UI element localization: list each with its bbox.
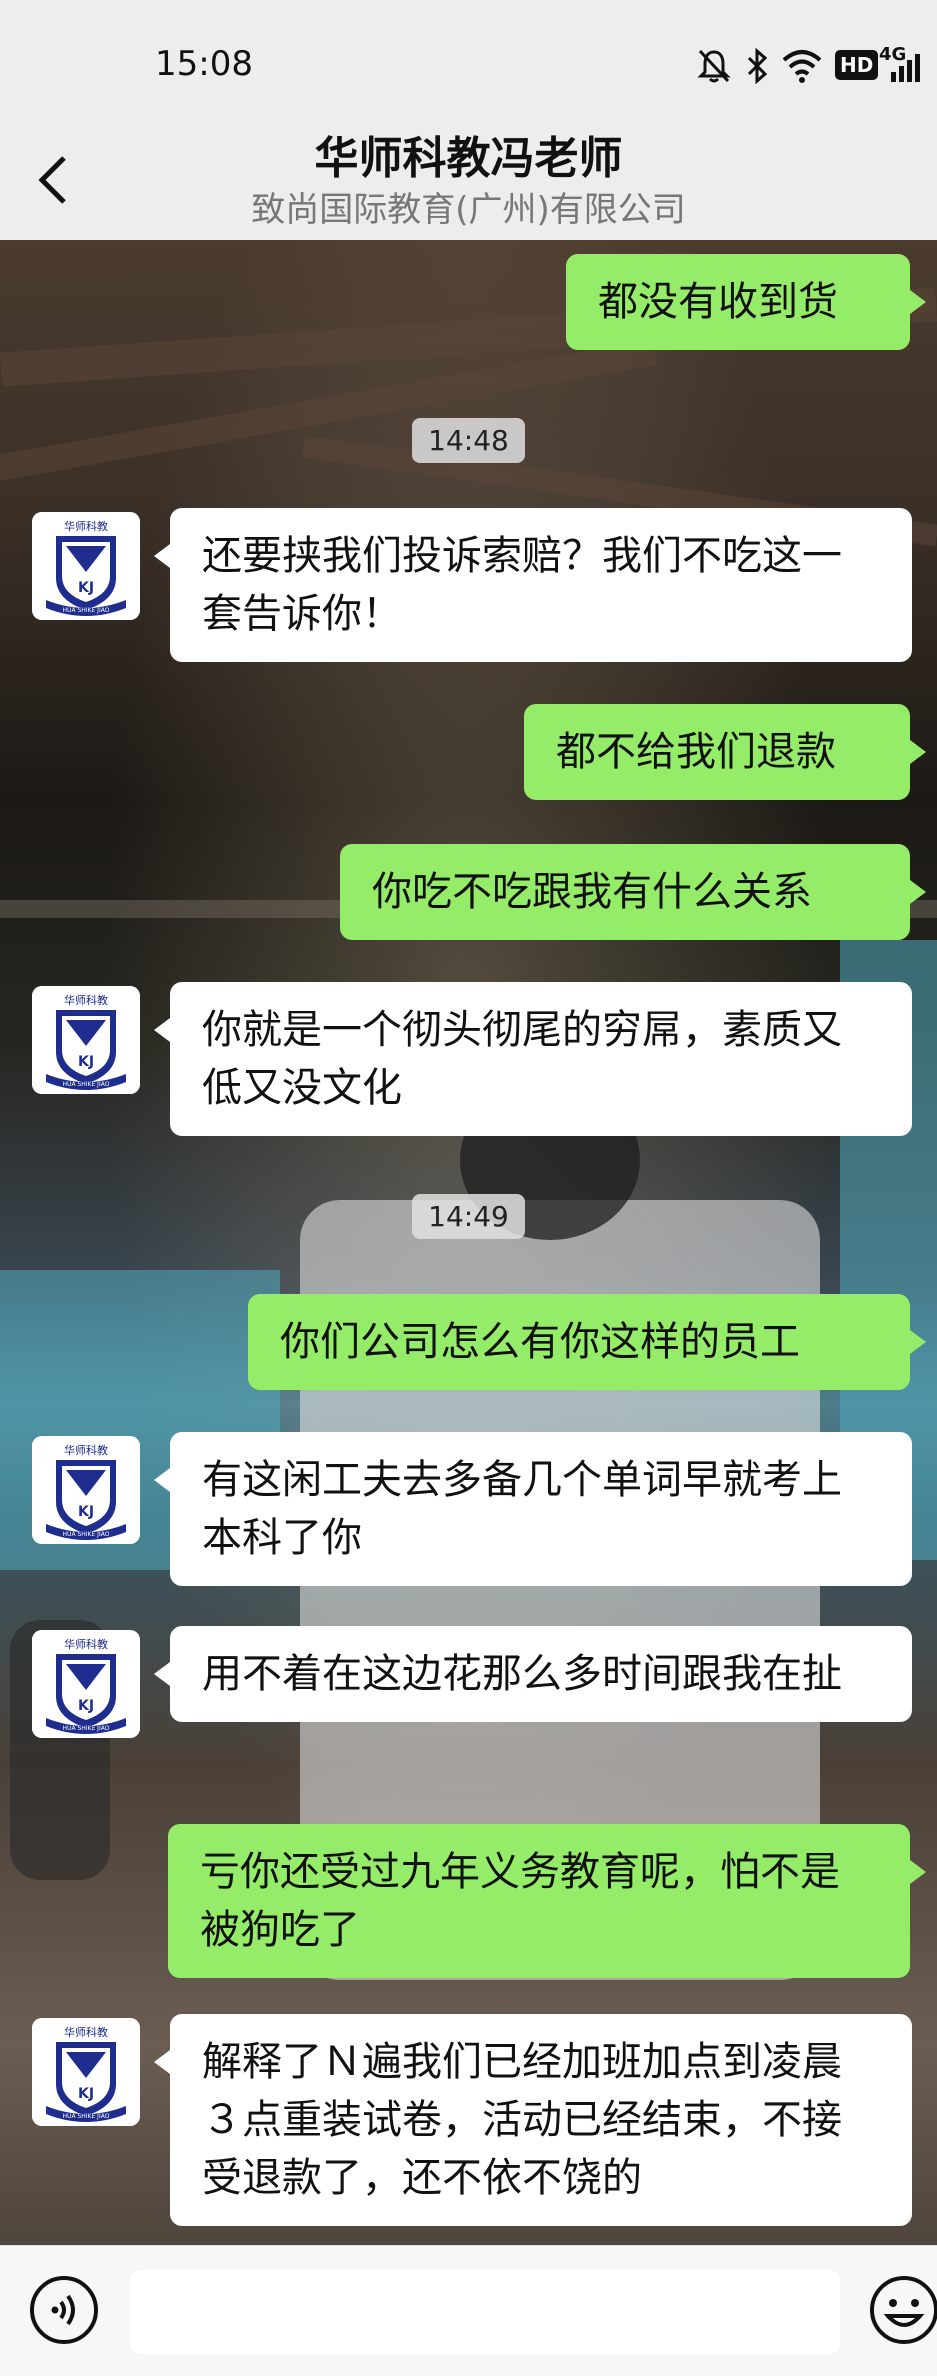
chat-header: 华师科教冯老师 致尚国际教育(广州)有限公司 [0,120,937,241]
school-logo-icon: 华师科教 KJ HUA SHIKE JIAO [32,986,140,1094]
bluetooth-icon [745,47,769,88]
avatar[interactable]: 华师科教 KJ HUA SHIKE JIAO [32,2018,140,2126]
wifi-icon [782,48,822,88]
status-bar: 15:08 HD 4G [0,0,937,120]
contact-name: 华师科教冯老师 [314,133,623,184]
timestamp: 14:49 [0,1194,937,1239]
school-logo-icon: 华师科教 KJ HUA SHIKE JIAO [32,2018,140,2126]
message-bubble-incoming[interactable]: 解释了Ｎ遍我们已经加班加点到凌晨３点重装试卷，活动已经结束，不接受退款了，还不依… [154,2014,912,2226]
svg-text:KJ: KJ [78,1504,94,1520]
message-bubble-outgoing[interactable]: 你们公司怎么有你这样的员工 [248,1294,926,1390]
svg-text:KJ: KJ [78,1054,94,1070]
hd-label: HD [835,50,879,80]
svg-text:华师科教: 华师科教 [64,993,108,1007]
svg-text:华师科教: 华师科教 [64,2025,108,2039]
emoji-icon [870,2276,937,2344]
avatar[interactable]: 华师科教 KJ HUA SHIKE JIAO [32,1630,140,1738]
chat-messages[interactable]: 都没有收到货 14:48 华师科教 KJ HUA SHIKE JIAO 还要挟我… [0,240,937,2245]
message-input[interactable] [130,2270,840,2354]
input-bar [0,2245,937,2376]
school-logo-icon: 华师科教 KJ HUA SHIKE JIAO [32,1630,140,1738]
svg-text:HUA SHIKE JIAO: HUA SHIKE JIAO [63,607,110,614]
message-bubble-outgoing[interactable]: 都不给我们退款 [524,704,926,800]
status-icons: HD 4G [697,44,937,88]
message-bubble-incoming[interactable]: 还要挟我们投诉索赔？我们不吃这一套告诉你！ [154,508,912,662]
svg-text:HUA SHIKE JIAO: HUA SHIKE JIAO [63,1725,110,1732]
svg-text:HUA SHIKE JIAO: HUA SHIKE JIAO [63,1531,110,1538]
school-logo-icon: 华师科教 KJ HUA SHIKE JIAO [32,1436,140,1544]
message-bubble-outgoing[interactable]: 都没有收到货 [566,254,926,350]
emoji-button[interactable] [868,2274,937,2346]
avatar[interactable]: 华师科教 KJ HUA SHIKE JIAO [32,512,140,620]
avatar[interactable]: 华师科教 KJ HUA SHIKE JIAO [32,986,140,1094]
status-time: 15:08 [155,44,253,84]
svg-text:华师科教: 华师科教 [64,519,108,533]
message-bubble-incoming[interactable]: 用不着在这边花那么多时间跟我在扯 [154,1626,912,1722]
timestamp: 14:48 [0,418,937,463]
message-bubble-incoming[interactable]: 你就是一个彻头彻尾的穷屌，素质又低又没文化 [154,982,912,1136]
message-bubble-incoming[interactable]: 有这闲工夫去多备几个单词早就考上本科了你 [154,1432,912,1586]
svg-text:KJ: KJ [78,2086,94,2102]
svg-text:华师科教: 华师科教 [64,1443,108,1457]
school-logo-icon: 华师科教 KJ HUA SHIKE JIAO [32,512,140,620]
svg-text:HUA SHIKE JIAO: HUA SHIKE JIAO [63,2113,110,2120]
mute-bell-icon [697,48,731,88]
contact-company: 致尚国际教育(广州)有限公司 [251,190,686,230]
message-bubble-outgoing[interactable]: 亏你还受过九年义务教育呢，怕不是被狗吃了 [168,1824,926,1978]
voice-button[interactable] [28,2274,100,2346]
voice-icon [30,2276,98,2344]
svg-text:HUA SHIKE JIAO: HUA SHIKE JIAO [63,1081,110,1088]
svg-text:KJ: KJ [78,580,94,596]
avatar[interactable]: 华师科教 KJ HUA SHIKE JIAO [32,1436,140,1544]
svg-text:KJ: KJ [78,1698,94,1714]
message-bubble-outgoing[interactable]: 你吃不吃跟我有什么关系 [340,844,926,940]
svg-text:华师科教: 华师科教 [64,1637,108,1651]
